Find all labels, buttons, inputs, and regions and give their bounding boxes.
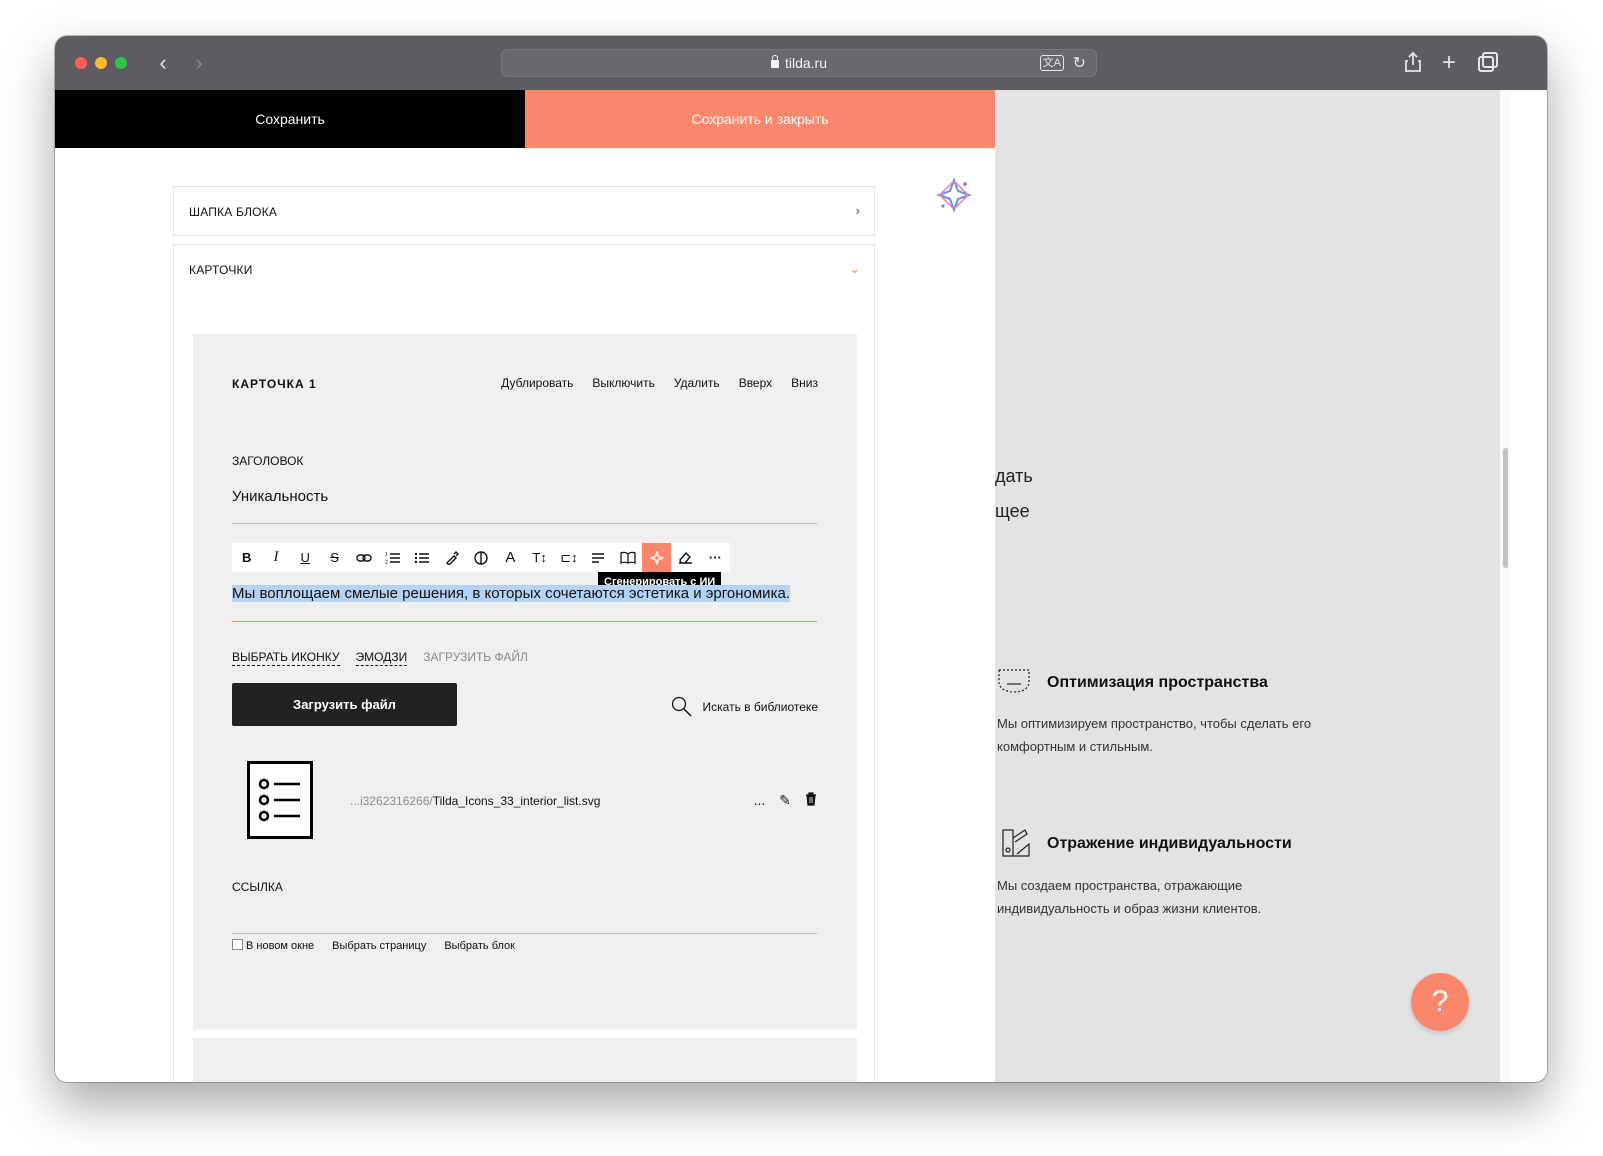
text-align-icon[interactable]	[584, 543, 613, 572]
duplicate-button[interactable]: Дублировать	[501, 376, 573, 390]
disable-button[interactable]: Выключить	[592, 376, 654, 390]
link-options: В новом окне Выбрать страницу Выбрать бл…	[232, 939, 515, 952]
file-more-button[interactable]: ...	[754, 792, 766, 809]
new-window-checkbox[interactable]	[232, 939, 243, 950]
file-list-thumbnail	[247, 761, 313, 839]
accordion-block-header[interactable]: ШАПКА БЛОКА ›	[173, 186, 875, 236]
card-actions: Дублировать Выключить Удалить Вверх Вниз	[501, 376, 818, 390]
move-down-button[interactable]: Вниз	[791, 376, 818, 390]
accordion-block-header-label: ШАПКА БЛОКА	[189, 205, 278, 219]
block-preview-panel: дать щее Оптимизация пространства Мы опт…	[995, 90, 1500, 1082]
link-icon[interactable]	[349, 543, 378, 572]
color-picker-icon[interactable]	[437, 543, 466, 572]
bold-icon[interactable]: B	[232, 543, 261, 572]
library-search-label: Искать в библиотеке	[702, 700, 818, 714]
font-size-icon[interactable]: T↕	[525, 543, 554, 572]
strikethrough-icon[interactable]: S	[320, 543, 349, 572]
tabs-overview-icon[interactable]	[1473, 50, 1498, 76]
pencil-icon[interactable]: ✎	[779, 792, 791, 809]
preview-item-title: Отражение индивидуальности	[1047, 835, 1292, 852]
bulleted-list-icon[interactable]	[408, 543, 437, 572]
underline-icon[interactable]: U	[291, 543, 320, 572]
card-editor-next	[193, 1038, 857, 1082]
font-weight-icon[interactable]	[466, 543, 495, 572]
preview-text-fragment: щее	[995, 501, 1030, 521]
choose-block-link[interactable]: Выбрать блок	[444, 940, 515, 952]
new-tab-icon[interactable]: +	[1437, 50, 1461, 76]
preview-item-title: Оптимизация пространства	[1047, 674, 1268, 691]
save-and-close-button[interactable]: Сохранить и закрыть	[525, 90, 995, 148]
trash-icon[interactable]	[805, 792, 817, 809]
move-up-button[interactable]: Вверх	[739, 376, 772, 390]
zoom-window-button[interactable]	[115, 57, 127, 69]
card-title: КАРТОЧКА 1	[232, 377, 317, 391]
delete-button[interactable]: Удалить	[674, 376, 720, 390]
individuality-icon	[997, 826, 1031, 860]
new-window-label: В новом окне	[246, 940, 315, 952]
chevron-right-icon[interactable]: ›	[187, 50, 211, 76]
block-editor-panel: Сохранить Сохранить и закрыть ШАПКА БЛОК…	[55, 90, 995, 1082]
save-button[interactable]: Сохранить	[55, 90, 525, 148]
chevron-left-icon[interactable]: ‹	[151, 50, 175, 76]
selected-description-text: Мы воплощаем смелые решения, в которых с…	[232, 585, 790, 602]
file-actions: ... ✎	[754, 792, 817, 809]
browser-toolbar: ‹ › tilda.ru 文A ↻ +	[55, 36, 1547, 90]
link-input[interactable]	[232, 933, 817, 934]
typograph-book-icon[interactable]	[613, 543, 642, 572]
reload-icon[interactable]: ↻	[1073, 53, 1086, 73]
share-icon[interactable]	[1401, 50, 1425, 76]
clear-format-eraser-icon[interactable]	[671, 543, 700, 572]
translate-icon[interactable]: 文A	[1039, 55, 1064, 71]
more-options-icon[interactable]: ···	[701, 543, 730, 572]
browser-window: ‹ › tilda.ru 文A ↻ + Сохранить Сохранить …	[55, 36, 1547, 1082]
scrollbar-thumb[interactable]	[1503, 448, 1508, 568]
ai-sparkle-icon[interactable]	[935, 176, 973, 214]
accordion-cards-label: КАРТОЧКИ	[189, 263, 253, 277]
lock-icon	[770, 55, 779, 68]
search-icon	[671, 696, 692, 717]
close-window-button[interactable]	[75, 57, 87, 69]
chevron-right-icon: ›	[855, 203, 860, 218]
ordered-list-icon[interactable]: 12	[378, 543, 407, 572]
description-underline	[232, 621, 817, 622]
heading-underline	[232, 523, 817, 524]
file-path-prefix: ...i3262316266/	[350, 794, 433, 808]
url-text: tilda.ru	[784, 55, 828, 71]
tab-emoji[interactable]: ЭМОДЗИ	[355, 650, 408, 666]
library-search-link[interactable]: Искать в библиотеке	[671, 696, 818, 718]
svg-text:2: 2	[385, 560, 388, 565]
icon-source-tabs: ВЫБРАТЬ ИКОНКУ ЭМОДЗИ ЗАГРУЗИТЬ ФАЙЛ	[232, 650, 528, 666]
file-path: ...i3262316266/Tilda_Icons_33_interior_l…	[350, 794, 600, 808]
preview-scrollbar[interactable]	[1500, 90, 1511, 1082]
upload-file-button[interactable]: Загрузить файл	[232, 683, 457, 726]
preview-item-text: Мы оптимизируем пространство, чтобы сдел…	[997, 716, 1312, 754]
font-family-icon[interactable]: A	[496, 543, 525, 572]
description-input[interactable]: Мы воплощаем смелые решения, в которых с…	[232, 585, 790, 602]
heading-label: ЗАГОЛОВОК	[232, 454, 304, 468]
minimize-window-button[interactable]	[95, 57, 107, 69]
preview-item-text: Мы создаем пространства, отражающие инди…	[997, 878, 1262, 916]
space-optimization-icon	[997, 666, 1031, 700]
card-editor: КАРТОЧКА 1 Дублировать Выключить Удалить…	[193, 334, 857, 1030]
ai-generate-icon[interactable]	[642, 543, 672, 572]
address-bar[interactable]: tilda.ru 文A ↻	[501, 49, 1097, 77]
tab-choose-icon[interactable]: ВЫБРАТЬ ИКОНКУ	[232, 650, 340, 666]
file-name: Tilda_Icons_33_interior_list.svg	[432, 794, 601, 808]
choose-page-link[interactable]: Выбрать страницу	[332, 940, 426, 952]
text-format-toolbar: B I U S 12 A T↕ ⊏↕ ···	[232, 543, 730, 572]
heading-input[interactable]: Уникальность	[232, 488, 328, 505]
svg-text:1: 1	[385, 552, 388, 558]
preview-text-fragment: дать	[995, 466, 1033, 486]
tab-upload-file[interactable]: ЗАГРУЗИТЬ ФАЙЛ	[423, 650, 528, 666]
chevron-down-icon: ⌄	[849, 261, 860, 276]
line-height-icon[interactable]: ⊏↕	[554, 543, 583, 572]
italic-icon[interactable]: I	[261, 543, 290, 572]
link-label: ССЫЛКА	[232, 880, 283, 894]
help-button[interactable]: ?	[1411, 973, 1469, 1031]
